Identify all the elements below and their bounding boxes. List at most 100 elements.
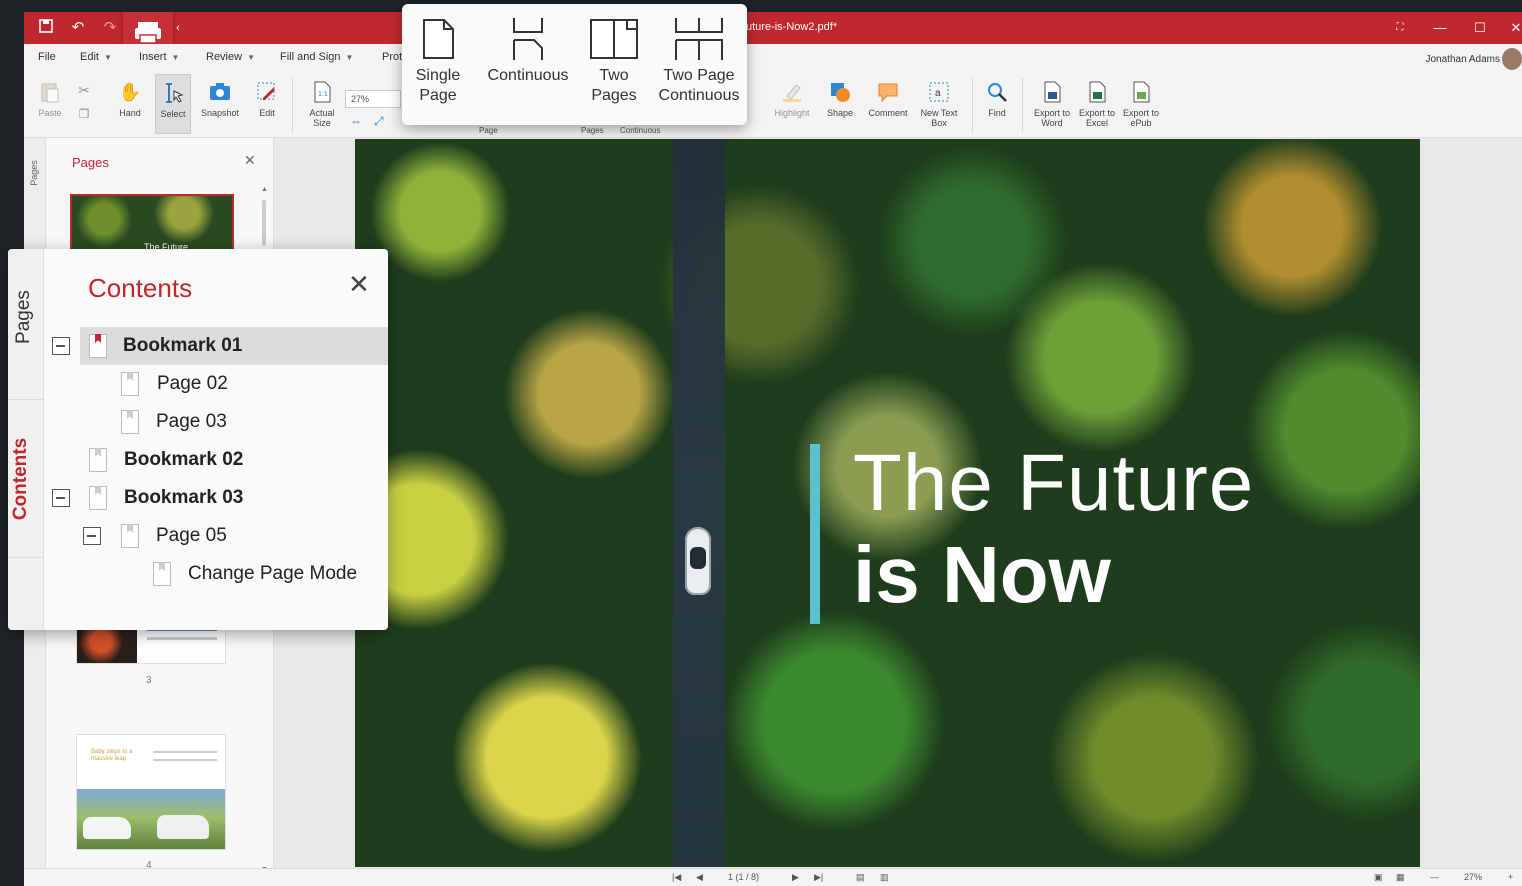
- scrollbar-thumb[interactable]: [262, 200, 266, 246]
- rail-tab-pages[interactable]: Pages: [29, 160, 39, 186]
- single-page-option[interactable]: Single Page: [408, 18, 468, 106]
- car-image-element: [685, 527, 711, 595]
- contents-title: Contents: [88, 273, 193, 303]
- collapse-icon[interactable]: [52, 489, 70, 507]
- bookmark-row[interactable]: Bookmark 01: [52, 327, 388, 365]
- export-word-button[interactable]: Export to Word: [1030, 74, 1074, 134]
- text-box-icon: a: [929, 82, 949, 102]
- zoom-level[interactable]: 27%: [1464, 872, 1482, 882]
- avatar[interactable]: [1502, 48, 1522, 70]
- single-page-icon: [423, 19, 454, 59]
- undo-icon[interactable]: ↶: [68, 18, 88, 38]
- continuous-option[interactable]: Continuous: [482, 18, 574, 86]
- fit-page-status-icon[interactable]: ▣: [1374, 872, 1383, 883]
- tab-pages[interactable]: Pages: [13, 290, 35, 344]
- bookmark-row[interactable]: Bookmark 03: [52, 479, 388, 517]
- bookmark-label: Bookmark 01: [123, 335, 243, 356]
- snapshot-button[interactable]: Snapshot: [198, 74, 242, 134]
- tab-contents[interactable]: Contents: [10, 438, 32, 520]
- cut-button[interactable]: ✂ ❐: [72, 74, 96, 134]
- page-thumbnail-1[interactable]: The Future: [70, 194, 234, 256]
- paste-button[interactable]: Paste: [32, 74, 68, 134]
- page-indicator[interactable]: 1 (1 / 8): [728, 872, 759, 882]
- qat-more-icon[interactable]: ‹: [168, 18, 188, 38]
- ribbon-separator: [1022, 78, 1023, 132]
- highlight-button[interactable]: Highlight: [768, 74, 816, 134]
- epub-file-icon: [1133, 81, 1150, 103]
- bookmark-row[interactable]: Page 03: [80, 403, 388, 441]
- svg-text:1:1: 1:1: [318, 91, 328, 98]
- find-button[interactable]: Find: [980, 74, 1014, 134]
- page-thumbnail-4[interactable]: Baby steps to a massive leap: [76, 734, 226, 850]
- bookmark-icon: [121, 410, 139, 434]
- menu-file[interactable]: File: [38, 51, 56, 63]
- edit-icon: [257, 82, 275, 100]
- continuous-icon: [513, 18, 543, 60]
- user-name[interactable]: Jonathan Adams: [1426, 54, 1501, 65]
- bookmark-label: Bookmark 02: [124, 449, 244, 470]
- rail-divider: [8, 557, 44, 558]
- highlighter-icon: [783, 84, 801, 102]
- view-mode-popup: Single Page Continuous Two Pages Two Pag…: [402, 4, 747, 125]
- fullscreen-icon[interactable]: ⛶: [1390, 18, 1410, 38]
- fit-page-icon[interactable]: ⤢: [374, 114, 384, 129]
- actual-size-button[interactable]: 1:1 Actual Size: [304, 74, 340, 134]
- bookmark-row[interactable]: Page 02: [80, 365, 388, 403]
- cover-title-line1: The Future: [853, 438, 1255, 527]
- redo-icon[interactable]: ↷: [100, 18, 120, 38]
- edit-button[interactable]: Edit: [252, 74, 282, 134]
- menu-insert[interactable]: Insert ▼: [139, 51, 179, 63]
- word-file-icon: [1044, 81, 1061, 103]
- menu-fill-and-sign[interactable]: Fill and Sign ▼: [280, 51, 353, 63]
- scroll-up-icon[interactable]: ▲: [261, 186, 268, 193]
- copy-icon[interactable]: ❐: [72, 107, 96, 121]
- close-icon[interactable]: ✕: [244, 152, 256, 169]
- single-page-view-icon[interactable]: ▤: [856, 872, 865, 883]
- save-icon[interactable]: [36, 18, 56, 38]
- bookmark-row[interactable]: Change Page Mode: [80, 555, 388, 593]
- collapse-icon[interactable]: [52, 337, 70, 355]
- shape-icon: [831, 83, 850, 102]
- export-epub-button[interactable]: Export to ePub: [1120, 74, 1162, 134]
- minimize-button[interactable]: —: [1430, 18, 1450, 38]
- two-pages-option[interactable]: Two Pages: [584, 18, 644, 106]
- first-page-icon[interactable]: |◀: [672, 872, 681, 883]
- pages-label: Pages: [581, 126, 604, 135]
- continuous-view-icon[interactable]: ▥: [880, 872, 889, 883]
- document-page[interactable]: The Future is Now: [355, 139, 1420, 867]
- thumbnail-text-line: [147, 637, 217, 640]
- fit-width-status-icon[interactable]: ▦: [1396, 872, 1405, 883]
- hand-tool-button[interactable]: ✋ Hand: [112, 74, 148, 134]
- maximize-button[interactable]: ☐: [1470, 18, 1490, 38]
- bookmark-row[interactable]: Bookmark 02: [80, 441, 388, 479]
- select-tool-button[interactable]: Select: [155, 74, 191, 134]
- shape-button[interactable]: Shape: [820, 74, 860, 134]
- bookmark-icon: [121, 372, 139, 396]
- menu-edit[interactable]: Edit ▼: [80, 51, 112, 63]
- ribbon-separator: [292, 78, 293, 132]
- export-excel-button[interactable]: Export to Excel: [1076, 74, 1118, 134]
- bookmark-icon: [89, 334, 107, 358]
- next-page-icon[interactable]: ▶: [792, 872, 799, 883]
- prev-page-icon[interactable]: ◀: [696, 872, 703, 883]
- close-window-button[interactable]: ✕: [1506, 18, 1522, 38]
- thumbnail-text-line: [153, 751, 217, 753]
- zoom-in-icon[interactable]: +: [1508, 872, 1513, 882]
- fit-width-icon[interactable]: ⇔: [350, 114, 362, 128]
- close-icon[interactable]: ✕: [348, 271, 370, 297]
- zoom-input[interactable]: 27%: [345, 90, 401, 108]
- collapse-icon[interactable]: [83, 527, 101, 545]
- menu-review[interactable]: Review ▼: [206, 51, 255, 63]
- document-viewport[interactable]: The Future is Now: [274, 138, 1522, 868]
- comment-button[interactable]: Comment: [864, 74, 912, 134]
- last-page-icon[interactable]: ▶|: [814, 872, 823, 883]
- menu-bar: File Edit ▼ Insert ▼ Review ▼ Fill and Sign…: [24, 44, 1522, 70]
- ribbon-toolbar: Paste ✂ ❐ ✋ Hand Select Snapshot Edit 1:…: [24, 70, 1522, 138]
- title-bar: ↶ ↷ ‹ uture-is-Now2.pdf* ⛶ — ☐ ✕: [24, 12, 1522, 54]
- menu-protect[interactable]: Prot: [382, 51, 402, 63]
- excel-file-icon: [1089, 81, 1106, 103]
- bookmark-row[interactable]: Page 05: [80, 517, 388, 555]
- zoom-out-icon[interactable]: —: [1430, 872, 1439, 882]
- two-page-continuous-option[interactable]: Two Page Continuous: [654, 18, 744, 106]
- new-text-box-button[interactable]: a New Text Box: [916, 74, 962, 134]
